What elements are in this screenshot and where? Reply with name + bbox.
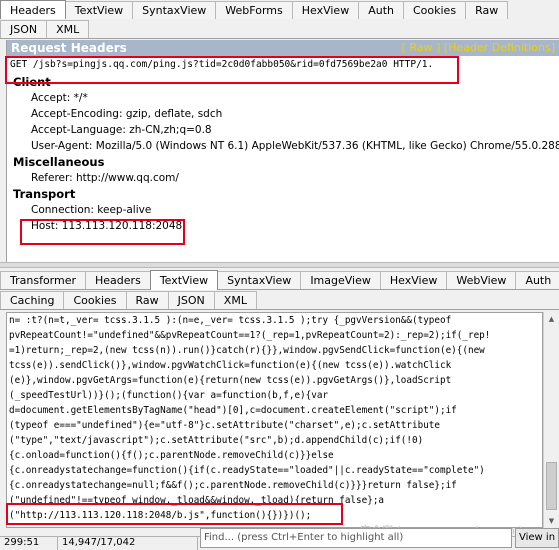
tab-transformer[interactable]: Transformer: [0, 271, 87, 289]
header-accept-language: Accept-Language: zh-CN,zh;q=0.8: [31, 124, 212, 136]
find-input[interactable]: Find... (press Ctrl+Enter to highlight a…: [200, 528, 512, 548]
header-accept: Accept: */*: [31, 92, 88, 104]
code-line: d=document.getElementsByTagName("head")[…: [9, 405, 457, 416]
raw-link[interactable]: [ Raw ]: [402, 41, 441, 54]
code-line: =1)return;_rep=2,(new tcss(n)).run()}cat…: [9, 345, 485, 356]
header-referer: Referer: http://www.qq.com/: [31, 172, 179, 184]
request-line: GET /jsb?s=pingjs.qq.com/ping.js?tid=2c0…: [7, 56, 559, 74]
header-user-agent: User-Agent: Mozilla/5.0 (Windows NT 6.1)…: [31, 140, 559, 152]
code-line: {c.onreadystatechange=function(){if(c.re…: [9, 465, 485, 476]
tab-auth[interactable]: Auth: [358, 1, 404, 19]
code-line: {c.onload=function(){f();c.parentNode.re…: [9, 450, 334, 461]
request-headers-panel: Request Headers [ Raw ] [Header Definiti…: [6, 40, 559, 262]
header-host: Host: 113.113.120.118:2048: [31, 220, 183, 232]
tab-resp-xml[interactable]: XML: [213, 291, 257, 309]
tab-resp-headers[interactable]: Headers: [85, 271, 151, 289]
tab-imageview[interactable]: ImageView: [300, 271, 381, 289]
code-line: (_speedTestUrl))}();(function(){var a=fu…: [9, 390, 329, 401]
tab-xml[interactable]: XML: [46, 20, 90, 38]
pane-splitter[interactable]: [0, 262, 559, 268]
tab-resp-cookies[interactable]: Cookies: [63, 291, 127, 309]
response-view-tabs-row1: Transformer Headers TextView SyntaxView …: [0, 270, 559, 290]
tab-resp-json[interactable]: JSON: [167, 291, 215, 309]
tab-headers[interactable]: Headers: [0, 0, 66, 20]
tab-resp-syntaxview[interactable]: SyntaxView: [217, 271, 302, 289]
code-line: ("undefined"!==typeof window._tload&&win…: [9, 495, 385, 506]
tab-json[interactable]: JSON: [0, 20, 48, 38]
tab-raw[interactable]: Raw: [465, 1, 509, 19]
header-accept-encoding: Accept-Encoding: gzip, deflate, sdch: [31, 108, 223, 120]
section-client-title: Client: [13, 75, 51, 89]
code-line: (e)},window.pgvGetArgs=function(e){retur…: [9, 375, 452, 386]
response-view-tabs-row2: Caching Cookies Raw JSON XML: [0, 290, 559, 310]
response-tabs-row1: Headers TextView SyntaxView WebForms Hex…: [0, 0, 559, 20]
tab-caching[interactable]: Caching: [0, 291, 65, 309]
header-connection: Connection: keep-alive: [31, 204, 152, 216]
response-text-area[interactable]: n= :t?(n=t,_ver= tcss.3.1.5 ):(n=e,_ver=…: [6, 312, 543, 528]
code-line: ("http://113.113.120.118:2048/b.js",func…: [9, 510, 312, 521]
header-definitions-link[interactable]: [Header Definitions]: [444, 41, 555, 54]
code-line: (typeof e==="undefined"){e="utf-8"}c.set…: [9, 420, 440, 431]
code-line: pvRepeatCount!="undefined"&&pvRepeatCoun…: [9, 330, 491, 341]
tab-textview[interactable]: TextView: [64, 1, 134, 19]
code-line: ("type","text/javascript");c.setAttribut…: [9, 435, 424, 446]
tab-resp-hexview[interactable]: HexView: [379, 271, 448, 289]
panel-header: Request Headers [ Raw ] [Header Definiti…: [7, 40, 559, 56]
tab-resp-textview[interactable]: TextView: [149, 270, 219, 290]
tab-syntaxview[interactable]: SyntaxView: [132, 1, 217, 19]
scroll-thumb[interactable]: [546, 462, 557, 510]
tab-webview[interactable]: WebView: [446, 271, 517, 289]
code-line: {c.onreadystatechange=null;f&&f();c.pare…: [9, 480, 457, 491]
tab-resp-auth[interactable]: Auth: [515, 271, 559, 289]
section-misc-title: Miscellaneous: [13, 155, 105, 169]
tab-hexview[interactable]: HexView: [291, 1, 360, 19]
tab-webforms[interactable]: WebForms: [215, 1, 293, 19]
cursor-position: 299:51: [0, 537, 58, 550]
tab-cookies[interactable]: Cookies: [402, 1, 467, 19]
scroll-up-icon[interactable]: ▲: [544, 312, 559, 326]
code-line: n= :t?(n=t,_ver= tcss.3.1.5 ):(n=e,_ver=…: [9, 315, 452, 326]
section-transport-title: Transport: [13, 187, 76, 201]
content-size: 14,947/17,042: [58, 537, 198, 550]
code-line: tcss(e)).sendClick()},window.pgvWatchCli…: [9, 360, 452, 371]
scroll-down-icon[interactable]: ▼: [544, 514, 559, 528]
code-scrollbar[interactable]: ▲ ▼: [543, 312, 559, 528]
panel-title: Request Headers: [11, 41, 127, 55]
response-tabs-row2: JSON XML: [0, 19, 559, 39]
tab-resp-raw[interactable]: Raw: [125, 291, 169, 309]
view-in-notepad-button[interactable]: View in Notepad: [515, 528, 559, 548]
